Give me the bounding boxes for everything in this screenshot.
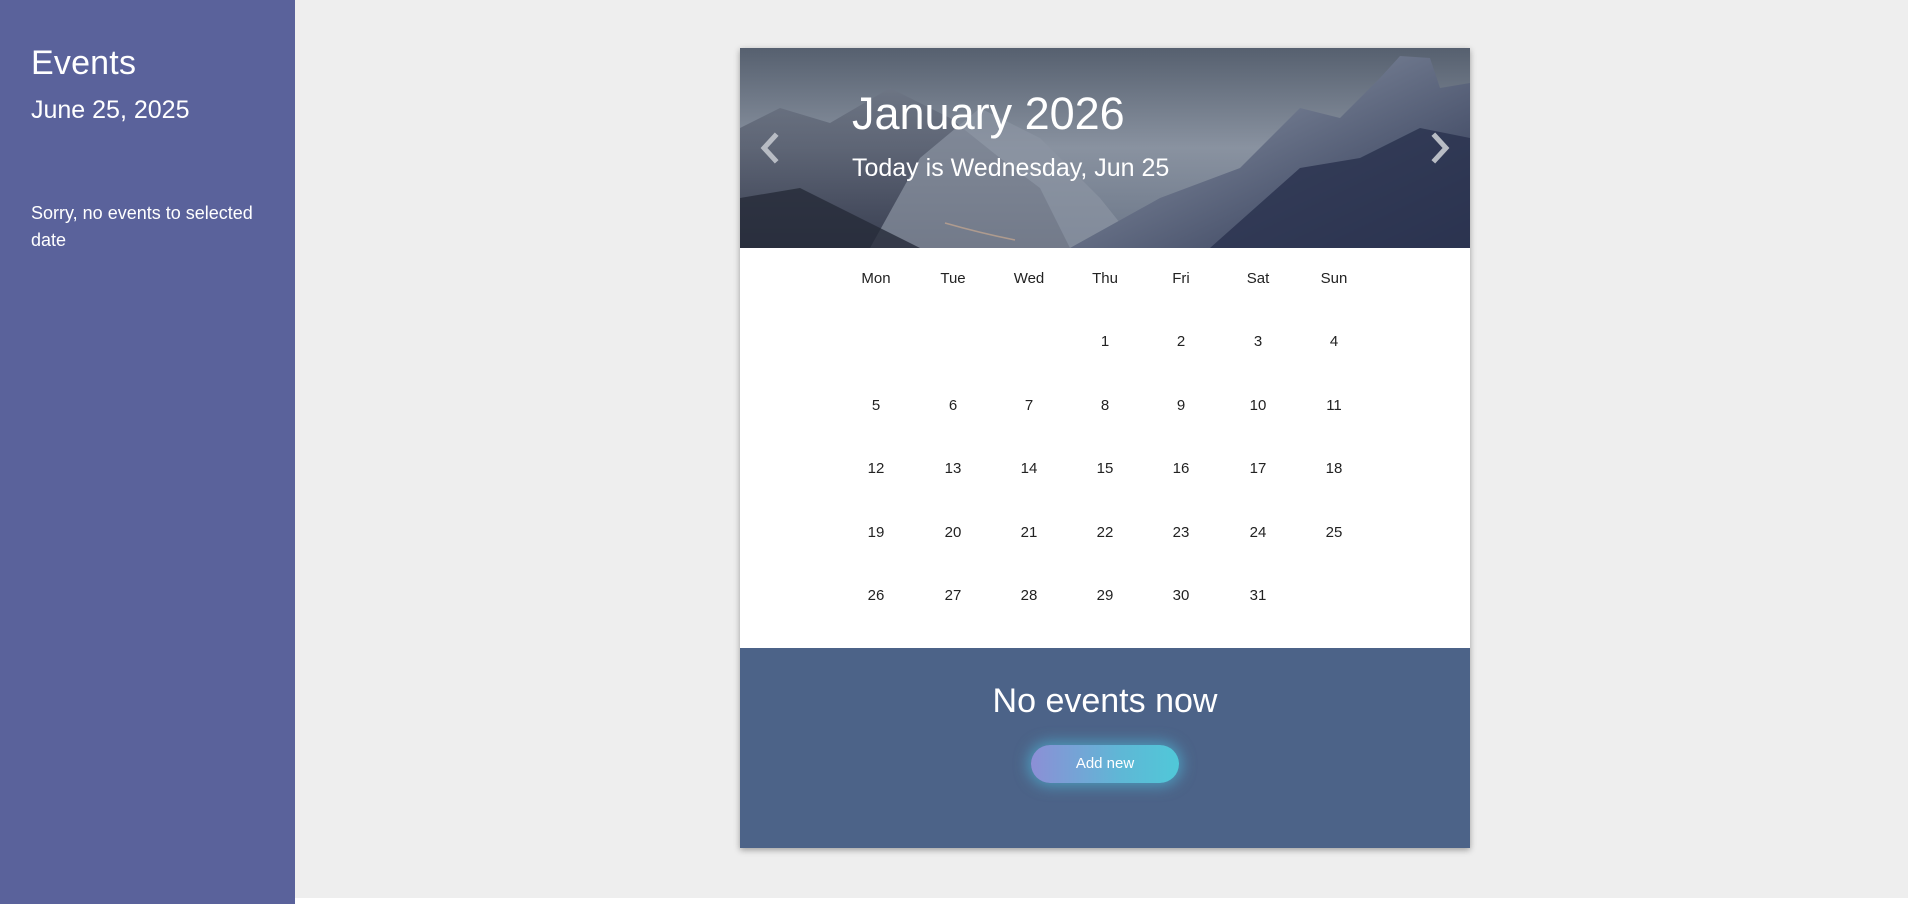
weekday-header: Wed xyxy=(1013,270,1045,287)
day-cell[interactable]: 16 xyxy=(1151,460,1211,477)
today-label: Today is Wednesday, Jun 25 xyxy=(852,154,1170,182)
weekday-header: Sat xyxy=(1246,270,1270,287)
day-cell[interactable]: 15 xyxy=(1075,460,1135,477)
day-cell[interactable]: 23 xyxy=(1151,524,1211,541)
day-cell[interactable]: 9 xyxy=(1151,397,1211,414)
weekday-header: Tue xyxy=(940,270,966,287)
day-cell[interactable]: 20 xyxy=(923,524,983,541)
day-cell[interactable]: 30 xyxy=(1151,587,1211,604)
day-cell[interactable]: 29 xyxy=(1075,587,1135,604)
weekday-header: Fri xyxy=(1172,270,1190,287)
calendar-card: January 2026 Today is Wednesday, Jun 25 … xyxy=(740,48,1470,848)
sidebar: Events June 25, 2025 Sorry, no events to… xyxy=(0,0,295,904)
calendar-header: January 2026 Today is Wednesday, Jun 25 xyxy=(740,48,1470,248)
day-cell[interactable]: 18 xyxy=(1304,460,1364,477)
day-cell[interactable]: 26 xyxy=(846,587,906,604)
day-cell[interactable]: 11 xyxy=(1304,397,1364,414)
add-new-button[interactable]: Add new xyxy=(1031,745,1179,783)
day-cell[interactable]: 27 xyxy=(923,587,983,604)
day-cell[interactable]: 12 xyxy=(846,460,906,477)
no-events-message: Sorry, no events to selected date xyxy=(31,203,253,250)
chevron-right-icon xyxy=(1431,132,1450,164)
day-cell[interactable]: 22 xyxy=(1075,524,1135,541)
day-cell[interactable]: 21 xyxy=(999,524,1059,541)
events-panel-title: No events now xyxy=(992,682,1218,720)
day-cell[interactable]: 5 xyxy=(846,397,906,414)
calendar-grid: Mon Tue Wed Thu Fri Sat Sun 1 2 3 4 5 6 7 8 9 10 11 12 13 14… xyxy=(740,248,1470,648)
day-cell[interactable]: 3 xyxy=(1228,333,1288,350)
day-cell[interactable]: 10 xyxy=(1228,397,1288,414)
day-cell[interactable]: 17 xyxy=(1228,460,1288,477)
events-panel: No events now Add new xyxy=(740,648,1470,848)
chevron-left-icon xyxy=(760,132,779,164)
sidebar-title: Events xyxy=(31,44,137,82)
day-cell[interactable]: 25 xyxy=(1304,524,1364,541)
mountain-background-image xyxy=(740,48,1470,248)
page-bottom-edge xyxy=(295,898,1908,904)
weekday-header: Mon xyxy=(861,270,891,287)
day-cell[interactable]: 8 xyxy=(1075,397,1135,414)
previous-month-button[interactable] xyxy=(755,128,785,168)
day-cell[interactable]: 7 xyxy=(999,397,1059,414)
month-title: January 2026 xyxy=(852,88,1125,139)
day-cell[interactable]: 31 xyxy=(1228,587,1288,604)
day-cell[interactable]: 4 xyxy=(1304,333,1364,350)
next-month-button[interactable] xyxy=(1425,128,1455,168)
day-cell[interactable]: 14 xyxy=(999,460,1059,477)
day-cell[interactable]: 28 xyxy=(999,587,1059,604)
day-cell[interactable]: 24 xyxy=(1228,524,1288,541)
selected-date: June 25, 2025 xyxy=(31,96,190,124)
day-cell[interactable]: 6 xyxy=(923,397,983,414)
day-cell[interactable]: 13 xyxy=(923,460,983,477)
weekday-header: Sun xyxy=(1320,270,1348,287)
day-cell[interactable]: 2 xyxy=(1151,333,1211,350)
day-cell[interactable]: 1 xyxy=(1075,333,1135,350)
day-cell[interactable]: 19 xyxy=(846,524,906,541)
weekday-header: Thu xyxy=(1092,270,1118,287)
